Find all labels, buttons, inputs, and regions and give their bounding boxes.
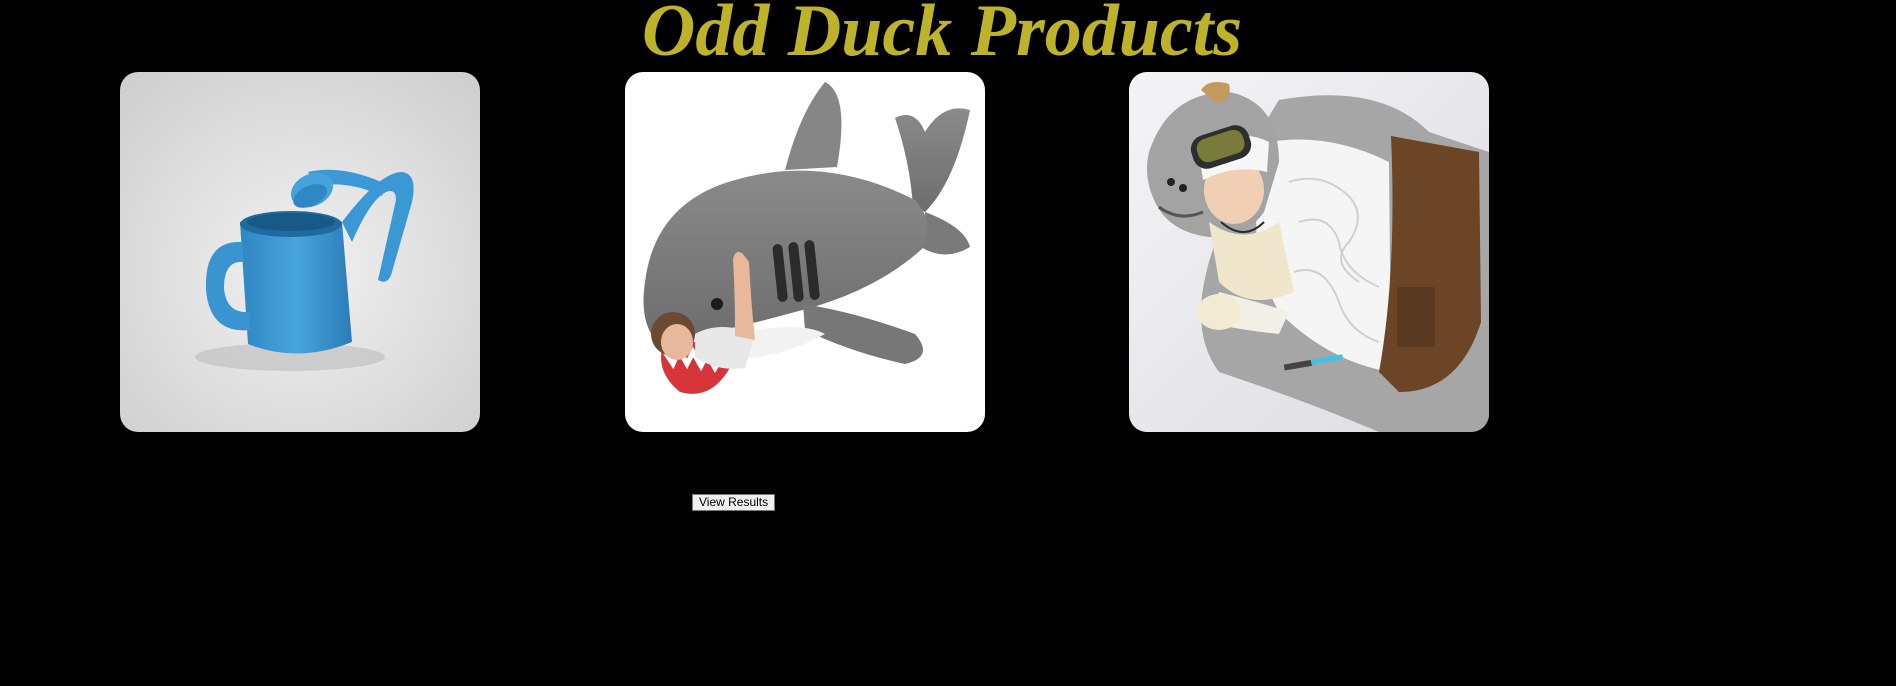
product-image-watering-can[interactable]	[120, 72, 480, 432]
tauntaun-sleeping-bag-image	[1129, 72, 1489, 432]
product-image-tauntaun-sleeping-bag[interactable]	[1129, 72, 1489, 432]
view-results-button[interactable]: View Results	[692, 494, 776, 511]
shark-sleeping-bag-image	[625, 72, 985, 432]
page: Odd Duck Products View Results	[0, 0, 1896, 686]
watering-can-image	[120, 72, 480, 432]
page-title: Odd Duck Products	[641, 0, 1243, 72]
product-image-shark-sleeping-bag[interactable]	[625, 72, 985, 432]
